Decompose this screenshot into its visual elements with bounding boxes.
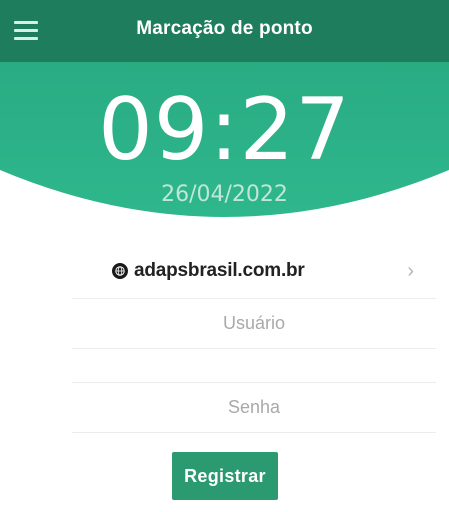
app-screen: Marcação de ponto 09:27 26/04/2022 adaps… (0, 0, 449, 512)
domain-selector[interactable]: adapsbrasil.com.br › (72, 248, 436, 298)
clock-header: Marcação de ponto 09:27 26/04/2022 (0, 0, 449, 246)
password-input[interactable] (72, 382, 436, 432)
register-button[interactable]: Registrar (172, 452, 278, 500)
username-input[interactable] (72, 298, 436, 348)
domain-label: adapsbrasil.com.br (134, 260, 305, 281)
current-date: 26/04/2022 (161, 182, 288, 207)
top-bar: Marcação de ponto (0, 0, 449, 62)
page-title: Marcação de ponto (136, 18, 313, 39)
field-divider (72, 348, 436, 349)
current-time: 09:27 (98, 80, 351, 180)
chevron-right-icon: › (407, 260, 414, 282)
globe-icon (112, 263, 128, 279)
field-divider (72, 432, 436, 433)
